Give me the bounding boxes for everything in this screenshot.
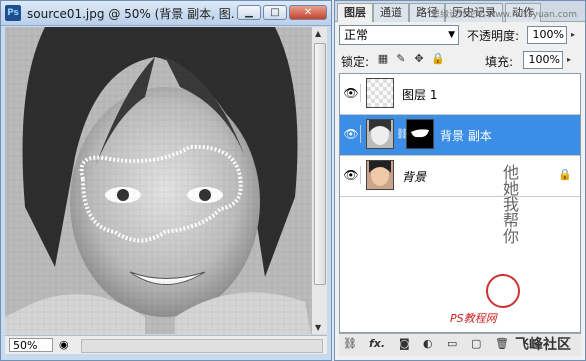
- portrait-image: [5, 27, 311, 334]
- layer-list: 👁 图层 1 👁 ⛓ 背景 副本 👁 背景 🔒 他她我帮你 PS教程网: [339, 73, 581, 333]
- fill-label: 填充:: [485, 55, 514, 69]
- vertical-scrollbar[interactable]: ▲ ▼: [311, 27, 327, 334]
- blend-mode-value: 正常: [344, 28, 369, 42]
- lock-icon: 🔒: [558, 168, 572, 181]
- lock-transparency-icon[interactable]: ▦: [377, 53, 389, 65]
- layer-name: 图层 1: [402, 88, 438, 102]
- layer-row[interactable]: 👁 图层 1: [340, 74, 580, 115]
- link-icon[interactable]: ⛓: [343, 337, 357, 350]
- mask-icon[interactable]: ◙: [399, 337, 410, 350]
- layer-row-selected[interactable]: 👁 ⛓ 背景 副本: [340, 115, 580, 156]
- group-icon[interactable]: ▭: [447, 337, 457, 350]
- scrollbar-thumb[interactable]: [314, 43, 326, 285]
- close-button[interactable]: ✕: [289, 5, 327, 20]
- seal-stamp: [486, 274, 520, 308]
- tab-channels[interactable]: 通道: [373, 3, 409, 22]
- lock-position-icon[interactable]: ✥: [413, 53, 425, 65]
- lock-all-icon[interactable]: 🔒: [431, 53, 445, 65]
- maximize-button[interactable]: □: [263, 5, 287, 20]
- eye-icon[interactable]: 👁: [342, 166, 361, 184]
- layer-thumbnail: [366, 160, 394, 190]
- horizontal-scrollbar[interactable]: [81, 339, 323, 353]
- lock-pixels-icon[interactable]: ✎: [395, 53, 407, 65]
- info-menu-icon[interactable]: ◉: [59, 338, 69, 351]
- new-layer-icon[interactable]: ▢: [471, 337, 481, 350]
- layers-bottom-bar: ⛓ fx. ◙ ◐ ▭ ▢ 🗑 飞峰社区: [339, 333, 581, 356]
- document-titlebar[interactable]: Ps source01.jpg @ 50% (背景 副本, 图... ▁ □ ✕: [1, 1, 331, 26]
- minimize-button[interactable]: ▁: [237, 5, 261, 20]
- layer-row[interactable]: 👁 背景 🔒: [340, 156, 580, 197]
- layer-thumbnail: [366, 119, 394, 149]
- layer-mask-thumbnail[interactable]: [406, 119, 434, 149]
- layer-name: 背景 副本: [440, 129, 492, 143]
- calligraphy-watermark: 他她我帮你: [500, 164, 519, 244]
- site-logo: 飞峰社区: [515, 337, 571, 353]
- panel-tabs: 图层 通道 路径 历史记录 动作 思缘设计论坛 www.missyuan.com: [335, 1, 585, 22]
- tab-layers[interactable]: 图层: [337, 3, 373, 22]
- layer-name: 背景: [402, 170, 427, 184]
- opacity-field[interactable]: 100%: [527, 26, 567, 44]
- document-title: source01.jpg @ 50% (背景 副本, 图...: [27, 7, 235, 21]
- watermark-top: 思缘设计论坛 www.missyuan.com: [431, 10, 577, 20]
- fill-slider-icon[interactable]: ▸: [567, 51, 577, 69]
- scroll-down-icon[interactable]: ▼: [315, 323, 321, 332]
- status-bar: 50% ◉: [5, 335, 327, 354]
- lock-label: 锁定:: [341, 55, 370, 69]
- document-window: Ps source01.jpg @ 50% (背景 副本, 图... ▁ □ ✕: [0, 0, 332, 361]
- photoshop-icon: Ps: [5, 5, 21, 21]
- opacity-label: 不透明度:: [467, 29, 520, 43]
- layers-panel: 图层 通道 路径 历史记录 动作 思缘设计论坛 www.missyuan.com…: [334, 0, 586, 361]
- scroll-up-icon[interactable]: ▲: [315, 29, 321, 38]
- site-watermark: PS教程网: [450, 312, 497, 325]
- blend-mode-select[interactable]: 正常 ▼: [339, 25, 459, 45]
- opacity-slider-icon[interactable]: ▸: [571, 26, 581, 44]
- adjustment-icon[interactable]: ◐: [423, 337, 433, 350]
- fx-icon[interactable]: fx.: [369, 337, 385, 350]
- chevron-down-icon: ▼: [448, 30, 455, 40]
- trash-icon[interactable]: 🗑: [495, 337, 509, 350]
- layer-thumbnail: [366, 78, 394, 108]
- eye-icon[interactable]: 👁: [342, 125, 361, 143]
- eye-icon[interactable]: 👁: [342, 84, 361, 102]
- blend-row: 正常 ▼ 不透明度: 100% ▸: [339, 25, 581, 47]
- fill-field[interactable]: 100%: [523, 51, 563, 69]
- zoom-field[interactable]: 50%: [9, 338, 53, 352]
- image-canvas[interactable]: [5, 27, 311, 334]
